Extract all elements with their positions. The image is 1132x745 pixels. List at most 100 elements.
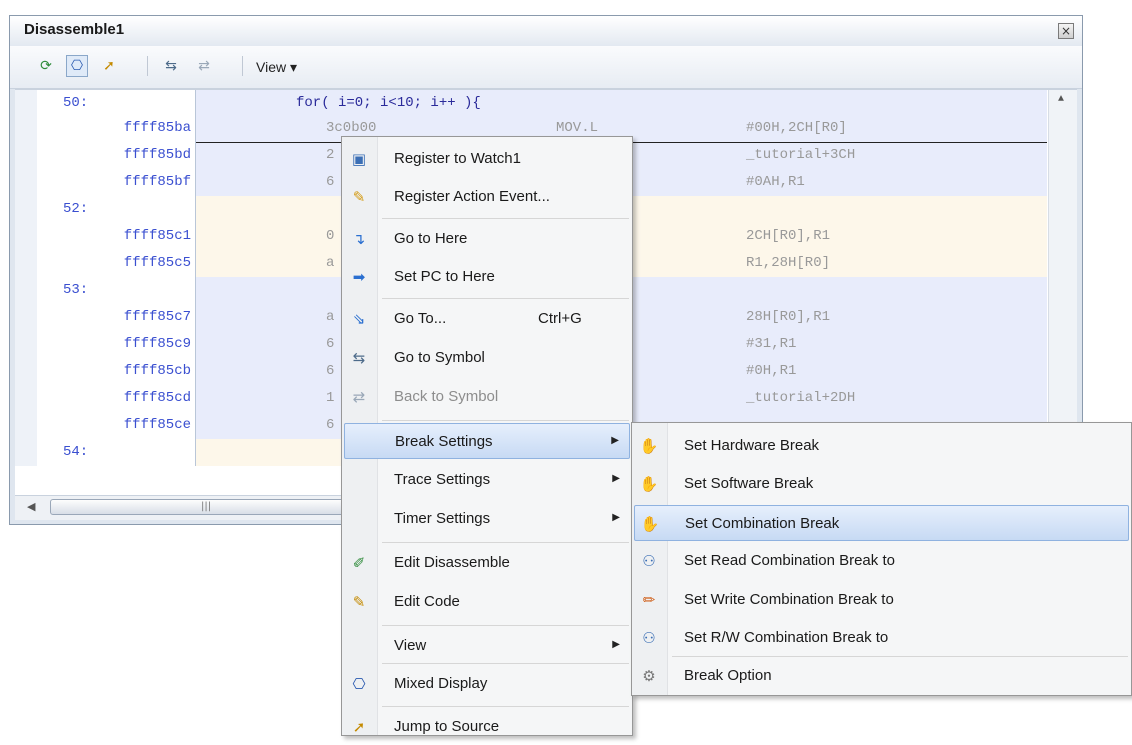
set-pc-icon: ➡ (352, 268, 366, 286)
go-to-symbol-icon: ⇆ (352, 349, 366, 367)
menu-item-edit-code[interactable]: ✎ Edit Code (344, 584, 630, 620)
go-to-symbol-icon[interactable]: ⇆ (160, 55, 182, 77)
break-option-icon: ⚙ (642, 667, 656, 685)
write-combination-icon: ✏ (642, 591, 656, 609)
menu-item-label: Register Action Event... (394, 188, 550, 205)
menu-item-set-rw-combination-break[interactable]: ⚇ Set R/W Combination Break to (634, 620, 1129, 656)
menu-item-edit-disassemble[interactable]: ✐ Edit Disassemble (344, 545, 630, 581)
hardware-break-icon: ✋ (639, 437, 659, 455)
software-break-icon: ✋ (639, 475, 659, 493)
instruction-bytes: 3c0b00 (326, 120, 377, 136)
breakpoint-margin[interactable] (15, 439, 37, 466)
go-to-here-icon: ↴ (352, 230, 366, 248)
instruction-bytes: a (326, 309, 335, 325)
jump-to-source-icon[interactable]: ➚ (98, 55, 120, 77)
close-icon[interactable]: × (1058, 23, 1074, 39)
menu-item-break-option[interactable]: ⚙ Break Option (634, 658, 1129, 694)
submenu-arrow-icon: ▶ (611, 435, 619, 446)
menu-item-register-action-event[interactable]: ✎ Register Action Event... (344, 179, 630, 215)
breakpoint-margin[interactable] (15, 304, 37, 331)
menu-item-break-settings[interactable]: Break Settings ▶ (344, 423, 630, 459)
source-line-number: 53: (63, 282, 89, 298)
instruction-operands: _tutorial+3CH (746, 147, 856, 163)
edit-code-icon: ✎ (352, 593, 366, 611)
toolbar-separator (147, 56, 148, 76)
instruction-operands: R1,28H[R0] (746, 255, 831, 271)
instruction-operands: #0AH,R1 (746, 174, 805, 190)
menu-item-set-pc-to-here[interactable]: ➡ Set PC to Here (344, 259, 630, 295)
address-cell: ffff85c5 (37, 250, 196, 277)
toolbar-separator (242, 56, 243, 76)
instruction-bytes: a (326, 255, 335, 271)
menu-item-view[interactable]: View ▶ (344, 628, 630, 664)
address-cell: ffff85cd (37, 385, 196, 412)
menu-item-trace-settings[interactable]: Trace Settings ▶ (344, 462, 630, 498)
breakpoint-margin[interactable] (15, 250, 37, 277)
menu-item-label: Set Combination Break (685, 515, 840, 532)
breakpoint-margin[interactable] (15, 277, 37, 304)
scroll-thumb[interactable]: ||| (50, 499, 370, 515)
instruction-bytes: 6 (326, 174, 335, 190)
breakpoint-margin[interactable] (15, 115, 37, 142)
scroll-grip: ||| (201, 501, 212, 512)
source-statement: for( i=0; i<10; i++ ){ (296, 95, 481, 111)
instruction-bytes: 2 (326, 147, 335, 163)
menu-item-back-to-symbol[interactable]: ⇄ Back to Symbol (344, 379, 630, 415)
read-combination-icon: ⚇ (642, 552, 656, 570)
breakpoint-margin[interactable] (15, 223, 37, 250)
breakpoint-margin[interactable] (15, 358, 37, 385)
breakpoint-margin[interactable] (15, 385, 37, 412)
address-cell: ffff85c1 (37, 223, 196, 250)
breakpoint-margin[interactable] (15, 412, 37, 439)
menu-item-label: Go To... (394, 310, 447, 327)
refresh-icon[interactable]: ⟳ (35, 55, 57, 77)
menu-item-mixed-display[interactable]: ⎔ Mixed Display (344, 666, 630, 702)
menu-item-register-to-watch1[interactable]: ▣ Register to Watch1 (344, 141, 630, 177)
menu-item-timer-settings[interactable]: Timer Settings ▶ (344, 501, 630, 537)
menu-item-label: Set Write Combination Break to (684, 591, 894, 608)
menu-item-go-to-symbol[interactable]: ⇆ Go to Symbol (344, 340, 630, 376)
menu-item-jump-to-source[interactable]: ➚ Jump to Source (344, 709, 630, 745)
menu-item-label: Set PC to Here (394, 268, 495, 285)
menu-item-set-software-break[interactable]: ✋ Set Software Break (634, 466, 1129, 502)
break-settings-submenu: ✋ Set Hardware Break ✋ Set Software Break ✋ S… (631, 422, 1132, 696)
instruction-mnemonic: MOV.L (556, 120, 599, 136)
breakpoint-margin[interactable] (15, 169, 37, 196)
submenu-arrow-icon: ▶ (612, 512, 620, 523)
menu-item-label: Trace Settings (394, 471, 491, 488)
combination-break-icon: ✋ (640, 515, 660, 533)
address-cell: ffff85c9 (37, 331, 196, 358)
menu-item-set-combination-break[interactable]: ✋ Set Combination Break (634, 505, 1129, 541)
watch-icon: ▣ (351, 150, 367, 168)
instruction-address: ffff85bf (123, 174, 191, 190)
view-menu-button[interactable]: View ▾ (256, 59, 297, 76)
instruction-bytes: 6 (326, 336, 335, 352)
instruction-address: ffff85ce (123, 417, 191, 433)
toolbar: View ▾ ⟳ ⎔ ➚ ⇆ ⇄ (10, 46, 1082, 89)
menu-item-label: Set Hardware Break (684, 437, 820, 454)
breakpoint-margin[interactable] (15, 331, 37, 358)
address-cell: ffff85cb (37, 358, 196, 385)
menu-separator (382, 298, 629, 299)
back-to-symbol-icon[interactable]: ⇄ (193, 55, 215, 77)
menu-item-label: Back to Symbol (394, 388, 499, 405)
breakpoint-margin[interactable] (15, 196, 37, 223)
address-cell: 53: (37, 277, 196, 304)
menu-item-label: Set R/W Combination Break to (684, 629, 889, 646)
breakpoint-margin[interactable] (15, 142, 37, 169)
menu-separator (382, 625, 629, 626)
mixed-display-icon[interactable]: ⎔ (66, 55, 88, 77)
mixed-display-icon: ⎔ (352, 675, 366, 693)
menu-separator (382, 706, 629, 707)
menu-item-set-hardware-break[interactable]: ✋ Set Hardware Break (634, 428, 1129, 464)
breakpoint-margin[interactable] (15, 90, 37, 117)
menu-item-set-read-combination-break[interactable]: ⚇ Set Read Combination Break to (634, 543, 1129, 579)
jump-to-source-icon: ➚ (352, 718, 366, 736)
source-line-row[interactable]: 50: for( i=0; i<10; i++ ){ (15, 90, 1047, 117)
scroll-left-icon[interactable]: ◀ (27, 500, 35, 513)
menu-item-set-write-combination-break[interactable]: ✏ Set Write Combination Break to (634, 582, 1129, 618)
back-to-symbol-icon: ⇄ (352, 388, 366, 406)
scroll-up-icon[interactable]: ▲ (1058, 94, 1064, 105)
menu-item-go-to[interactable]: ⇘ Go To... Ctrl+G (344, 301, 630, 337)
menu-item-go-to-here[interactable]: ↴ Go to Here (344, 221, 630, 257)
